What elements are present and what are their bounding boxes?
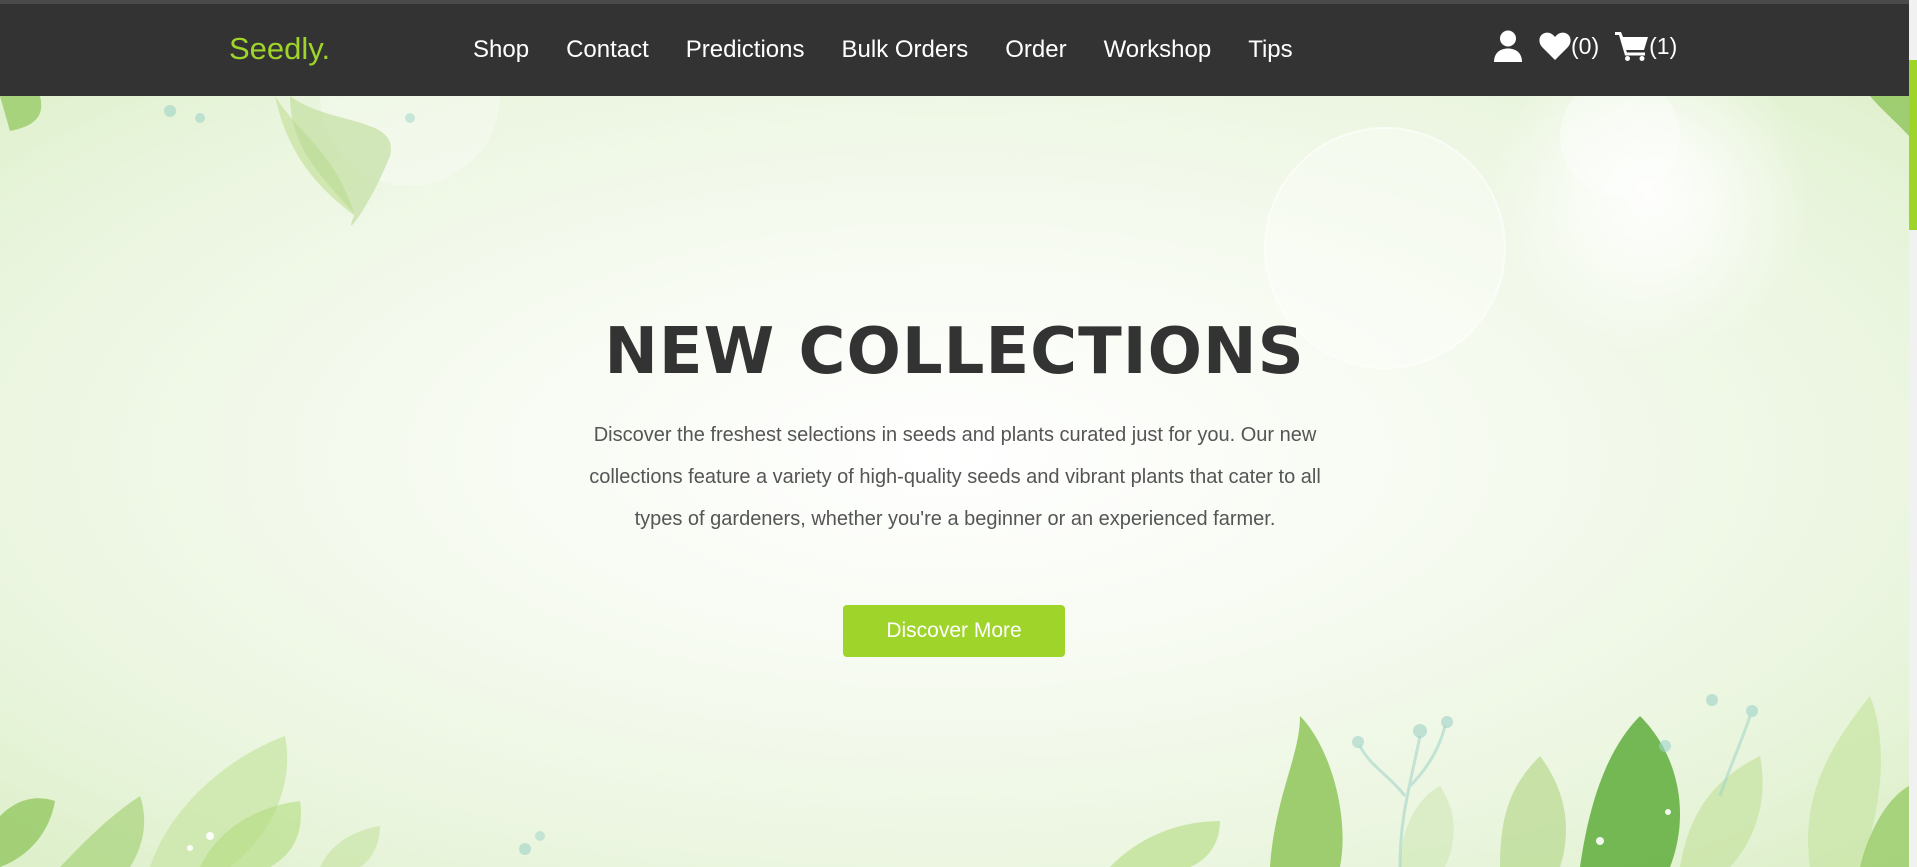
heart-icon bbox=[1539, 32, 1571, 60]
nav-link-shop[interactable]: Shop bbox=[473, 35, 529, 65]
wishlist-button[interactable]: (0) bbox=[1539, 31, 1599, 61]
brand-logo[interactable]: Seedly. bbox=[229, 31, 330, 67]
hero-title: NEW COLLECTIONS bbox=[604, 315, 1305, 389]
cart-icon bbox=[1615, 32, 1649, 61]
account-button[interactable] bbox=[1493, 30, 1523, 62]
nav-link-contact[interactable]: Contact bbox=[566, 35, 649, 65]
hero-description: Discover the freshest selections in seed… bbox=[589, 424, 1321, 530]
nav-link-bulk-orders[interactable]: Bulk Orders bbox=[842, 35, 969, 65]
nav-link-tips[interactable]: Tips bbox=[1248, 35, 1292, 65]
hero-banner: NEW COLLECTIONS Discover the freshest se… bbox=[0, 96, 1909, 867]
cart-count: (1) bbox=[1649, 33, 1678, 59]
scrollbar-thumb[interactable] bbox=[1909, 60, 1917, 230]
navbar: Seedly. Shop Contact Predictions Bulk Or… bbox=[0, 0, 1909, 96]
nav-link-predictions[interactable]: Predictions bbox=[686, 35, 805, 65]
header-actions: (0) (1) bbox=[1493, 30, 1677, 62]
user-icon bbox=[1494, 30, 1522, 62]
wishlist-count: (0) bbox=[1571, 33, 1600, 59]
cart-button[interactable]: (1) bbox=[1615, 31, 1677, 61]
nav-link-workshop[interactable]: Workshop bbox=[1104, 35, 1212, 65]
discover-more-button[interactable]: Discover More bbox=[843, 605, 1065, 657]
page-scrollbar[interactable] bbox=[1909, 0, 1917, 867]
nav-link-order[interactable]: Order bbox=[1005, 35, 1066, 65]
top-border bbox=[0, 0, 1917, 4]
main-nav: Shop Contact Predictions Bulk Orders Ord… bbox=[473, 35, 1330, 65]
